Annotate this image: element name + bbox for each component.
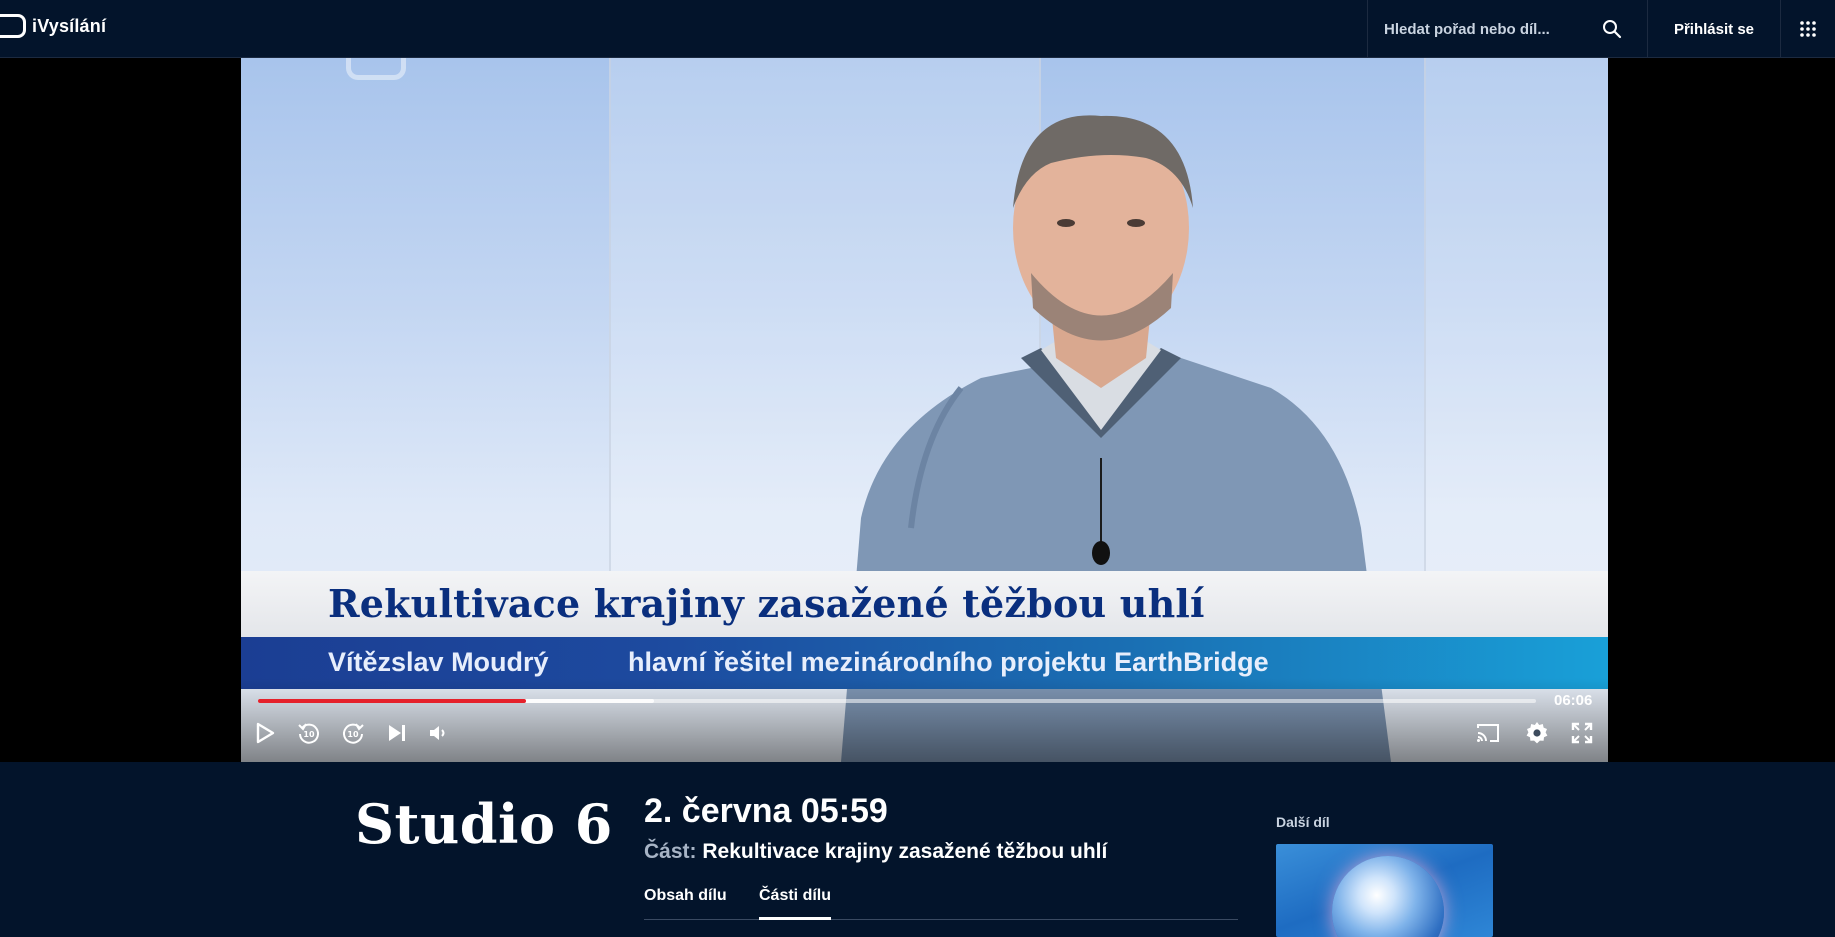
- show-title[interactable]: Studio 6: [355, 792, 613, 856]
- tab-obsah-dilu[interactable]: Obsah dílu: [644, 884, 727, 920]
- cast-icon[interactable]: [1474, 719, 1502, 747]
- ct-logo-icon: [0, 14, 26, 38]
- search-input[interactable]: [1368, 9, 1588, 49]
- lower-third-title: Rekultivace krajiny zasažené těžbou uhlí: [328, 581, 1205, 626]
- rewind-10-icon[interactable]: 10: [295, 719, 323, 747]
- forward-10-label: 10: [347, 730, 359, 739]
- ct-watermark-logo: [346, 58, 406, 80]
- studio-backdrop-panel: [1424, 58, 1608, 578]
- next-episode-label: Další díl: [1276, 814, 1330, 830]
- episode-tabs: Obsah dílu Části dílu: [644, 884, 1238, 920]
- lower-third-title-bar: Rekultivace krajiny zasažené těžbou uhlí: [241, 571, 1608, 637]
- part-prefix: Část:: [644, 840, 697, 863]
- login-button[interactable]: Přihlásit se: [1647, 0, 1781, 58]
- lower-third-guest-name: Vítězslav Moudrý: [328, 647, 549, 677]
- part-title: Rekultivace krajiny zasažené těžbou uhlí: [702, 840, 1108, 863]
- lower-third-guest-role: hlavní řešitel mezinárodního projektu Ea…: [628, 647, 1269, 677]
- remaining-time: 06:06: [1554, 692, 1593, 709]
- forward-10-icon[interactable]: 10: [339, 719, 367, 747]
- next-episode-icon[interactable]: [383, 719, 411, 747]
- search-box: [1367, 0, 1647, 58]
- play-icon[interactable]: [251, 719, 279, 747]
- apps-grid-icon[interactable]: [1781, 0, 1835, 58]
- fullscreen-icon[interactable]: [1568, 719, 1596, 747]
- tab-casti-dilu[interactable]: Části dílu: [759, 884, 832, 920]
- search-icon[interactable]: [1597, 14, 1627, 44]
- top-navigation-bar: iVysílání Přihlásit se: [0, 0, 1835, 58]
- video-player[interactable]: Rekultivace krajiny zasažené těžbou uhlí…: [241, 58, 1608, 762]
- settings-icon[interactable]: [1523, 719, 1551, 747]
- progress-played: [258, 699, 527, 703]
- episode-part: Část: Rekultivace krajiny zasažené těžbo…: [644, 840, 1107, 864]
- globe-image: [1332, 856, 1444, 937]
- progress-bar[interactable]: [258, 699, 1536, 703]
- logo-text: iVysílání: [32, 15, 107, 36]
- ivysilani-logo[interactable]: iVysílání: [0, 12, 106, 40]
- rewind-10-label: 10: [303, 730, 315, 739]
- episode-date-time: 2. června 05:59: [644, 792, 888, 830]
- next-episode-thumbnail[interactable]: [1276, 844, 1493, 937]
- volume-icon[interactable]: [425, 719, 453, 747]
